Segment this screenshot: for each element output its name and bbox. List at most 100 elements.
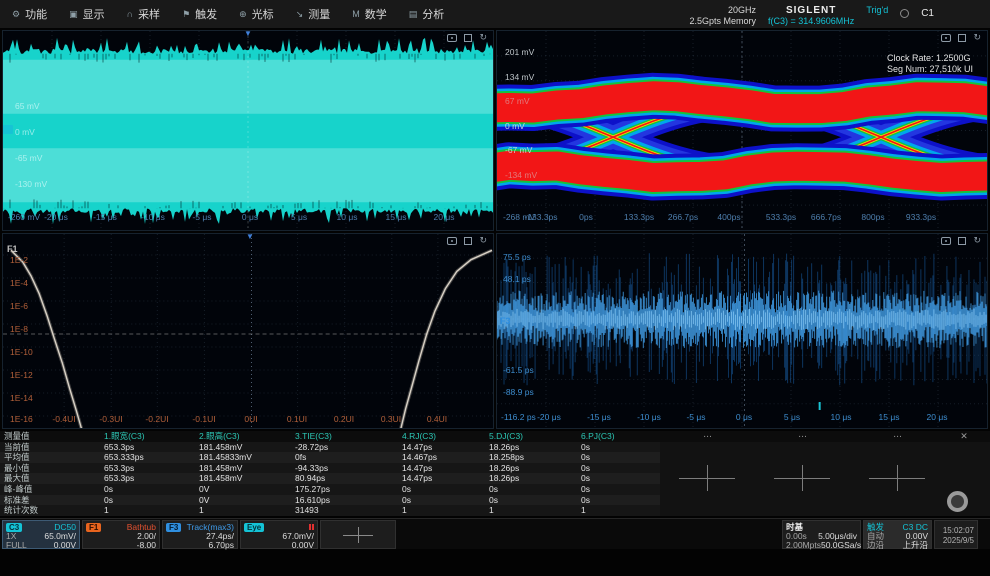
expand-icon[interactable]	[958, 237, 966, 245]
axis-label: -134 mV	[505, 170, 537, 180]
function-box-f1[interactable]: F1Bathtub 2.00/ -8.00	[82, 520, 160, 549]
bathtub-panel: ↻ F1 ▼ 1E-21E-41E-61E-81E-101E-121E-141E…	[2, 233, 494, 429]
table-row-label: 平均值	[0, 452, 100, 463]
function-badge-f1[interactable]: F1	[7, 244, 18, 254]
axis-tick: 0ps	[579, 212, 593, 222]
menu-item-2[interactable]: ▣显示	[69, 6, 105, 22]
add-measurement-button[interactable]	[869, 465, 925, 491]
table-column-header[interactable]: 2.眼高(C3)	[195, 431, 291, 442]
add-channel-button[interactable]	[320, 520, 396, 549]
function-badge-f3: F3	[166, 523, 181, 532]
expand-icon[interactable]	[464, 34, 472, 42]
restore-icon[interactable]: ↻	[479, 33, 487, 42]
channel-selector-button[interactable]: C1	[921, 8, 934, 19]
table-cell: -28.72ps	[291, 442, 398, 453]
datetime-box[interactable]: 15:02:07 2025/9/5	[934, 520, 978, 549]
axis-tick: 0.2UI	[334, 414, 354, 424]
restore-icon[interactable]: ↻	[973, 236, 981, 245]
axis-label: -88.9 ps	[503, 387, 534, 397]
table-more-column-button[interactable]: ⋯	[850, 431, 945, 442]
table-cell: 14.47ps	[398, 473, 485, 484]
camera-icon[interactable]	[447, 237, 457, 245]
menu-item-3[interactable]: ∩采样	[127, 6, 160, 22]
axis-tick: 15 μs	[879, 412, 900, 422]
axis-tick: 666.7ps	[811, 212, 841, 222]
channel-box-c3[interactable]: C3DC50 1X65.0mV/ FULL0.00V	[2, 520, 80, 549]
drag-knob-button[interactable]	[947, 491, 968, 512]
jitter-track-panel: ↻ F3 75.5 ps48.1 ps-61.5 ps-88.9 ps-116.…	[496, 233, 988, 429]
menu-item-4[interactable]: ⚑触发	[182, 6, 217, 22]
menubar-right: 20GHz 2.5Gpts Memory SIGLENT f(C3) = 314…	[689, 2, 934, 27]
axis-tick: 800ps	[861, 212, 884, 222]
table-close-button[interactable]: ✕	[945, 431, 983, 442]
table-cell: 0s	[577, 442, 660, 453]
offset-label: 0.00V	[54, 541, 76, 550]
table-row: 峰-峰值0s0V175.27ps0s0s0s	[0, 484, 990, 495]
function-badge-f3[interactable]: F3	[500, 316, 511, 326]
axis-tick: 5 μs	[784, 412, 800, 422]
menu-item-label: 显示	[83, 6, 105, 22]
axis-tick: 10 μs	[831, 412, 852, 422]
eye-box[interactable]: Eye 67.0mV/ 0.00V	[240, 520, 318, 549]
table-row: 最大值653.3ps181.458mV80.94ps14.47ps18.26ps…	[0, 473, 990, 484]
menu-item-8[interactable]: ▤分析	[409, 6, 445, 22]
trigger-type-label: 边沿	[867, 541, 884, 550]
table-row: 标准差0s0V16.610ps0s0s0s	[0, 495, 990, 506]
trigger-position-marker[interactable]: ▼	[244, 29, 252, 38]
table-more-column-button[interactable]: ⋯	[660, 431, 755, 442]
restore-icon[interactable]: ↻	[973, 33, 981, 42]
trigger-position-marker[interactable]: ▼	[246, 232, 254, 241]
menu-item-7[interactable]: M数学	[352, 6, 387, 22]
axis-tick: -20 μs	[44, 212, 68, 222]
table-row: 当前值653.3ps181.458mV-28.72ps14.47ps18.26p…	[0, 442, 990, 453]
axis-corner-label: -260 mV	[8, 212, 40, 222]
axis-tick: 0.1UI	[287, 414, 307, 424]
channel-level-marker[interactable]	[3, 125, 13, 134]
table-cell: -94.33ps	[291, 463, 398, 474]
axis-label: 65 mV	[15, 101, 40, 111]
axis-tick: 10 μs	[337, 212, 358, 222]
axis-label: 201 mV	[505, 47, 534, 57]
table-column-header[interactable]: 3.TIE(C3)	[291, 431, 398, 442]
menu-item-1[interactable]: ⚙功能	[12, 6, 47, 22]
camera-icon[interactable]	[447, 34, 457, 42]
record-icon[interactable]	[900, 9, 909, 18]
table-cell: 0s	[398, 484, 485, 495]
table-cell: 0s	[485, 495, 577, 506]
table-column-header[interactable]: 1.眼宽(C3)	[100, 431, 195, 442]
menu-item-label: 采样	[138, 6, 160, 22]
add-measurement-button[interactable]	[774, 465, 830, 491]
function-box-f3[interactable]: F3Track(max3) 27.4ps/ 6.70ps	[162, 520, 238, 549]
axis-tick: 400ps	[717, 212, 740, 222]
segment-count-readout: Seg Num: 27,510k UI	[887, 64, 973, 75]
table-corner-label: 测量值	[0, 431, 100, 442]
axis-tick: 5 μs	[291, 212, 307, 222]
table-cell: 181.458mV	[195, 463, 291, 474]
table-row-label: 峰-峰值	[0, 484, 100, 495]
eye-badge: Eye	[244, 523, 264, 532]
camera-icon[interactable]	[941, 237, 951, 245]
table-cell: 181.458mV	[195, 442, 291, 453]
add-measurement-button[interactable]	[679, 465, 735, 491]
table-column-header[interactable]: 6.PJ(C3)	[577, 431, 660, 442]
table-cell: 18.26ps	[485, 442, 577, 453]
menu-item-6[interactable]: ↘测量	[296, 6, 331, 22]
timebase-box[interactable]: 时基 0.00s5.00μs/div 2.00Mpts50.0GSa/s	[782, 520, 861, 549]
analysis-icon: ▤	[409, 9, 418, 19]
axis-label: 1E-14	[10, 393, 33, 403]
table-column-header[interactable]: 5.DJ(C3)	[485, 431, 577, 442]
expand-icon[interactable]	[464, 237, 472, 245]
menu-item-label: 功能	[25, 6, 47, 22]
table-more-column-button[interactable]: ⋯	[755, 431, 850, 442]
restore-icon[interactable]: ↻	[479, 236, 487, 245]
axis-corner-label: -268 mV	[503, 212, 535, 222]
trigger-box[interactable]: 触发C3 DC 自动0.00V 边沿上升沿	[863, 520, 932, 549]
expand-icon[interactable]	[958, 34, 966, 42]
menu-item-5[interactable]: ⊕光标	[239, 6, 274, 22]
table-cell: 653.333ps	[100, 452, 195, 463]
axis-tick: 0 μs	[242, 212, 258, 222]
table-column-header[interactable]: 4.RJ(C3)	[398, 431, 485, 442]
bandwidth-label: 20GHz	[689, 5, 756, 16]
camera-icon[interactable]	[941, 34, 951, 42]
axis-label: 75.5 ps	[503, 252, 531, 262]
